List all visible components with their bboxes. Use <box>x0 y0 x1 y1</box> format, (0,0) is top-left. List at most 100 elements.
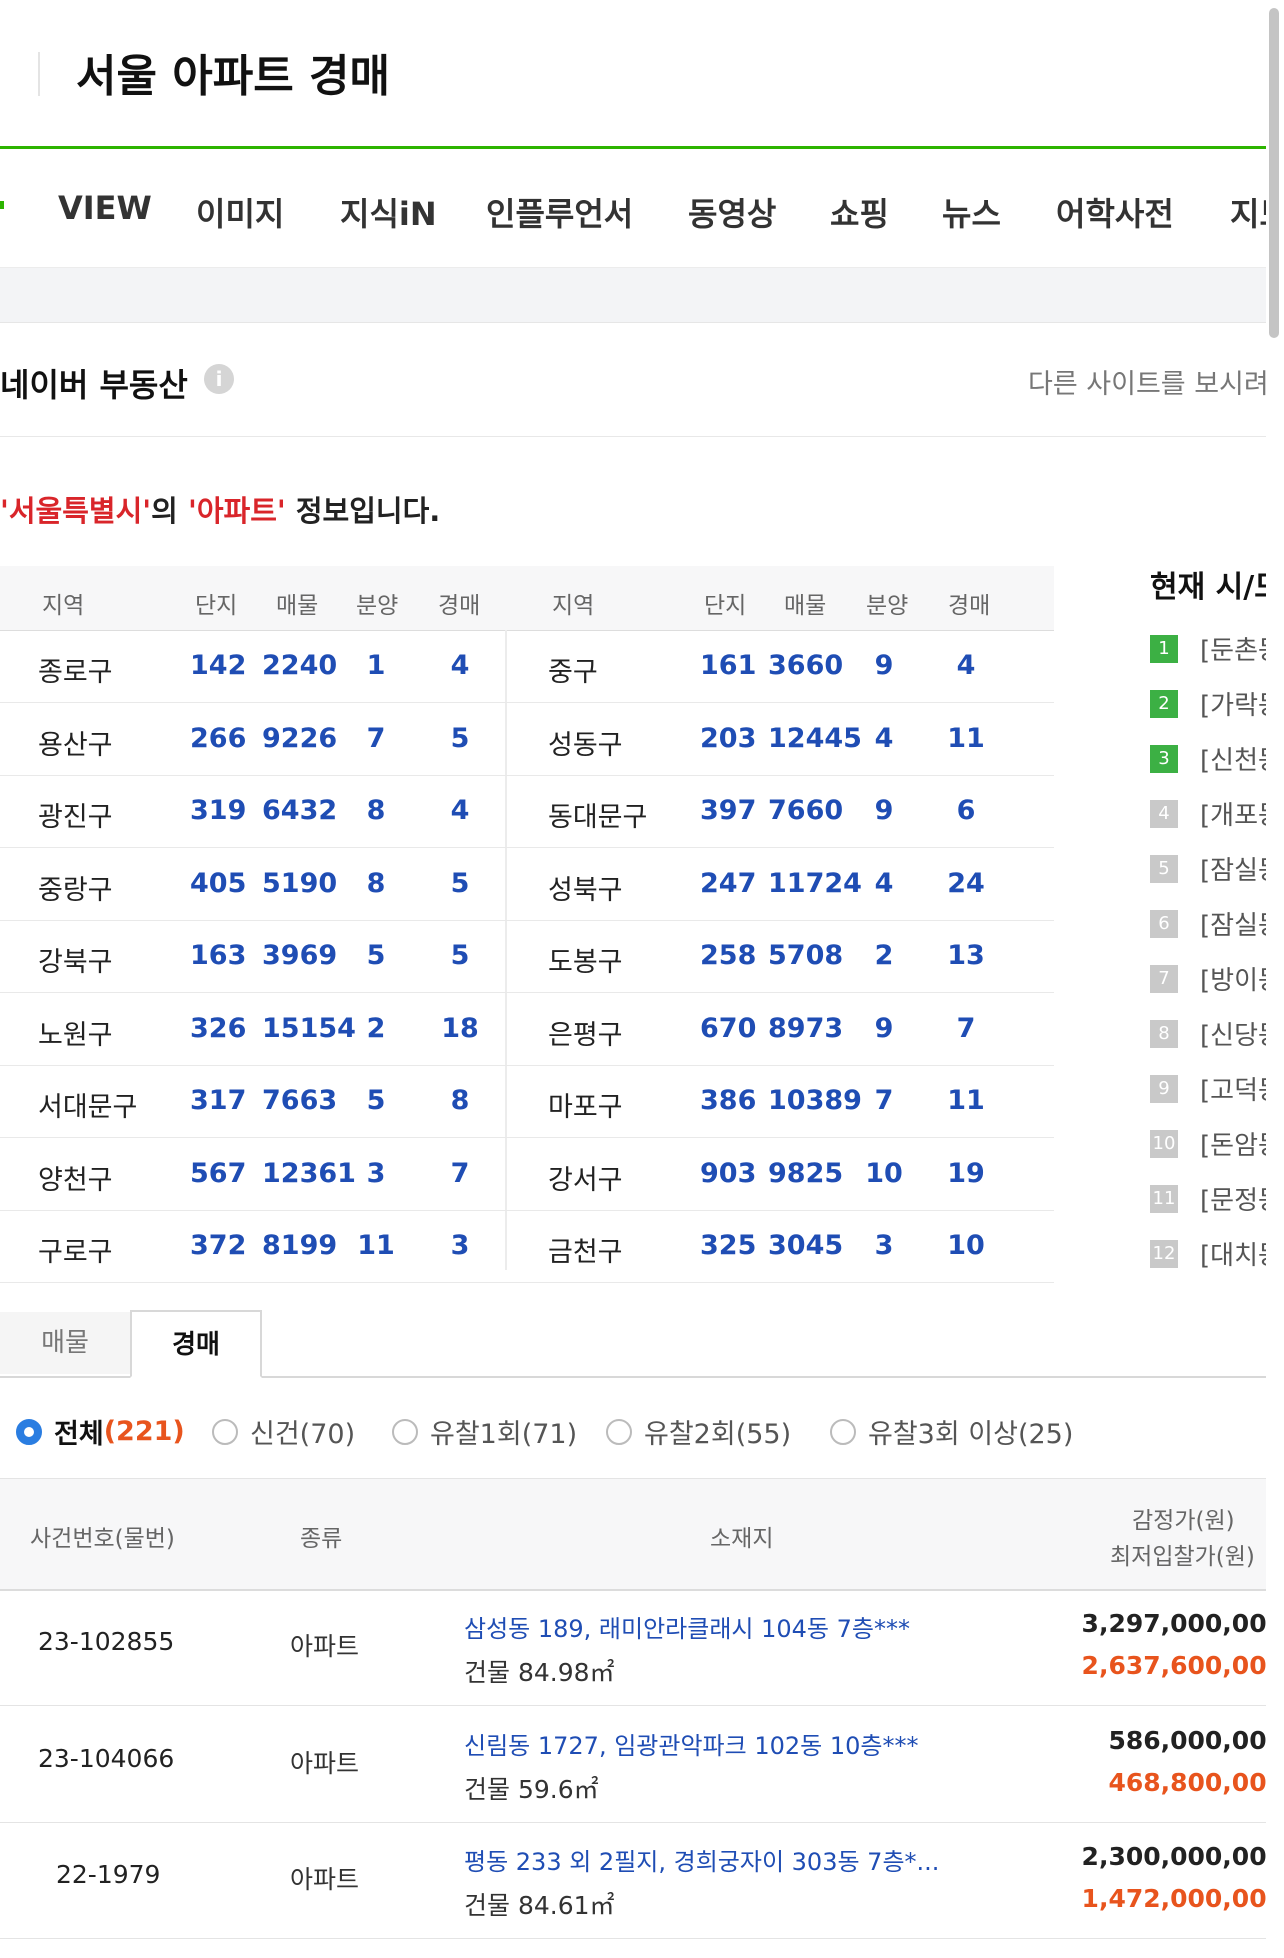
ranking-item[interactable]: 7 [방이동 <box>1150 960 1282 997</box>
scrollbar-thumb[interactable] <box>1269 8 1279 338</box>
filter-fail-3plus[interactable]: 유찰3회 이상(25) <box>830 1412 1073 1451</box>
tab-shopping[interactable]: 쇼핑 <box>830 189 889 235</box>
listing-count[interactable]: 7660 <box>768 795 843 826</box>
listing-count[interactable]: 5190 <box>262 868 337 899</box>
ranking-item[interactable]: 10 [돈암동 <box>1150 1125 1282 1162</box>
complex-count[interactable]: 386 <box>700 1085 756 1116</box>
ranking-item[interactable]: 5 [잠실동 <box>1150 850 1282 887</box>
auction-count[interactable]: 4 <box>451 650 470 681</box>
tab-kin[interactable]: 지식iN <box>340 189 437 235</box>
complex-count[interactable]: 163 <box>190 940 246 971</box>
complex-count[interactable]: 203 <box>700 723 756 754</box>
listing-count[interactable]: 2240 <box>262 650 337 681</box>
auction-count[interactable]: 3 <box>451 1230 470 1261</box>
presale-count[interactable]: 1 <box>367 650 386 681</box>
presale-count[interactable]: 8 <box>367 868 386 899</box>
listing-count[interactable]: 12445 <box>768 723 862 754</box>
listing-count[interactable]: 6432 <box>262 795 337 826</box>
ranking-item[interactable]: 4 [개포동 <box>1150 795 1282 832</box>
listing-count[interactable]: 9825 <box>768 1158 843 1189</box>
ranking-item[interactable]: 2 [가락동 <box>1150 685 1282 722</box>
complex-count[interactable]: 397 <box>700 795 756 826</box>
complex-count[interactable]: 161 <box>700 650 756 681</box>
auction-count[interactable]: 7 <box>957 1013 976 1044</box>
auction-count[interactable]: 11 <box>947 1085 985 1116</box>
search-query[interactable]: 서울 아파트 경매 <box>76 40 390 104</box>
tab-view[interactable]: VIEW <box>58 189 152 227</box>
complex-count[interactable]: 903 <box>700 1158 756 1189</box>
complex-count[interactable]: 326 <box>190 1013 246 1044</box>
ranking-item[interactable]: 12 [대치동 <box>1150 1235 1282 1272</box>
listing-count[interactable]: 8973 <box>768 1013 843 1044</box>
auction-count[interactable]: 7 <box>451 1158 470 1189</box>
section-title[interactable]: 네이버 부동산 <box>0 360 188 406</box>
auction-count[interactable]: 10 <box>947 1230 985 1261</box>
listing-count[interactable]: 12361 <box>262 1158 356 1189</box>
listing-count[interactable]: 7663 <box>262 1085 337 1116</box>
complex-count[interactable]: 372 <box>190 1230 246 1261</box>
auction-count[interactable]: 6 <box>957 795 976 826</box>
auction-count[interactable]: 8 <box>451 1085 470 1116</box>
auction-count[interactable]: 24 <box>947 868 985 899</box>
complex-count[interactable]: 258 <box>700 940 756 971</box>
listing-count[interactable]: 11724 <box>768 868 862 899</box>
other-site-link[interactable]: 다른 사이트를 보시려면 <box>1028 362 1284 401</box>
listing-count[interactable]: 3969 <box>262 940 337 971</box>
auction-count[interactable]: 19 <box>947 1158 985 1189</box>
listing-count[interactable]: 9226 <box>262 723 337 754</box>
complex-count[interactable]: 325 <box>700 1230 756 1261</box>
presale-count[interactable]: 7 <box>367 723 386 754</box>
complex-count[interactable]: 142 <box>190 650 246 681</box>
ranking-item[interactable]: 11 [문정동 <box>1150 1180 1282 1217</box>
presale-count[interactable]: 8 <box>367 795 386 826</box>
presale-count[interactable]: 9 <box>875 795 894 826</box>
ranking-item[interactable]: 8 [신당동 <box>1150 1015 1282 1052</box>
presale-count[interactable]: 2 <box>875 940 894 971</box>
presale-count[interactable]: 3 <box>367 1158 386 1189</box>
auction-row[interactable]: 23-104066 아파트 신림동 1727, 임광관악파크 102동 10층***… <box>0 1706 1284 1823</box>
tab-video[interactable]: 동영상 <box>688 189 776 235</box>
listing-count[interactable]: 3660 <box>768 650 843 681</box>
presale-count[interactable]: 9 <box>875 1013 894 1044</box>
complex-count[interactable]: 567 <box>190 1158 246 1189</box>
presale-count[interactable]: 11 <box>357 1230 395 1261</box>
presale-count[interactable]: 9 <box>875 650 894 681</box>
presale-count[interactable]: 3 <box>875 1230 894 1261</box>
ranking-item[interactable]: 3 [신천동 <box>1150 740 1282 777</box>
auction-row[interactable]: 23-102855 아파트 삼성동 189, 래미안라클래시 104동 7층*** 건… <box>0 1589 1284 1706</box>
filter-fail-1[interactable]: 유찰1회(71) <box>392 1412 577 1451</box>
filter-all[interactable]: 전체 (221) <box>16 1412 185 1451</box>
filter-fail-2[interactable]: 유찰2회(55) <box>606 1412 791 1451</box>
ranking-item[interactable]: 1 [둔촌동 <box>1150 630 1282 667</box>
complex-count[interactable]: 266 <box>190 723 246 754</box>
tab-auction[interactable]: 경매 <box>130 1310 262 1378</box>
tab-dictionary[interactable]: 어학사전 <box>1056 189 1174 235</box>
listing-count[interactable]: 3045 <box>768 1230 843 1261</box>
auction-count[interactable]: 4 <box>451 795 470 826</box>
complex-count[interactable]: 319 <box>190 795 246 826</box>
complex-count[interactable]: 317 <box>190 1085 246 1116</box>
presale-count[interactable]: 4 <box>875 723 894 754</box>
presale-count[interactable]: 7 <box>875 1085 894 1116</box>
info-icon[interactable]: i <box>204 364 234 394</box>
presale-count[interactable]: 2 <box>367 1013 386 1044</box>
property-address-link[interactable]: 삼성동 189, 래미안라클래시 104동 7층*** <box>464 1609 910 1644</box>
presale-count[interactable]: 10 <box>865 1158 903 1189</box>
tab-influencer[interactable]: 인플루언서 <box>486 189 633 235</box>
presale-count[interactable]: 5 <box>367 940 386 971</box>
auction-count[interactable]: 18 <box>441 1013 479 1044</box>
tab-listing[interactable]: 매물 <box>0 1312 131 1374</box>
property-address-link[interactable]: 신림동 1727, 임광관악파크 102동 10층*** <box>464 1726 918 1761</box>
listing-count[interactable]: 10389 <box>768 1085 862 1116</box>
presale-count[interactable]: 5 <box>367 1085 386 1116</box>
listing-count[interactable]: 8199 <box>262 1230 337 1261</box>
complex-count[interactable]: 670 <box>700 1013 756 1044</box>
filter-new[interactable]: 신건(70) <box>212 1412 355 1451</box>
presale-count[interactable]: 4 <box>875 868 894 899</box>
ranking-item[interactable]: 9 [고덕동 <box>1150 1070 1282 1107</box>
complex-count[interactable]: 405 <box>190 868 246 899</box>
auction-row[interactable]: 22-1979 아파트 평동 233 외 2필지, 경희궁자이 303동 7층*..… <box>0 1822 1284 1939</box>
complex-count[interactable]: 247 <box>700 868 756 899</box>
auction-count[interactable]: 5 <box>451 940 470 971</box>
tab-news[interactable]: 뉴스 <box>942 189 1001 235</box>
